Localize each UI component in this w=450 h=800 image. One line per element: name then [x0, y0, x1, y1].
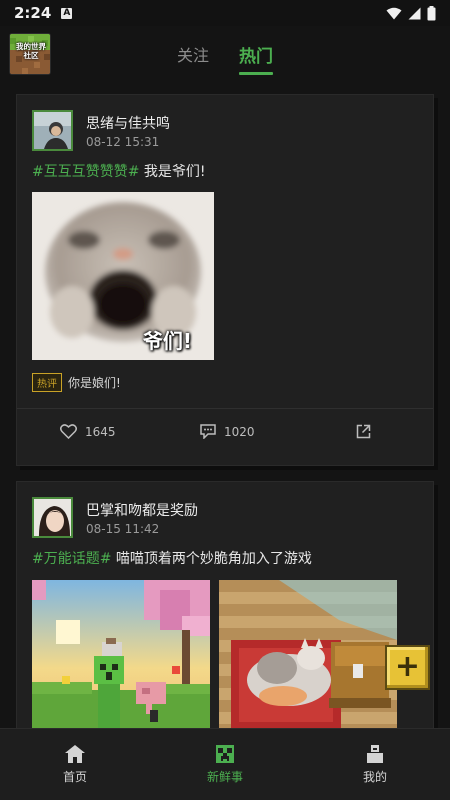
nav-news-label: 新鲜事	[206, 769, 243, 784]
heart-icon	[60, 424, 77, 439]
home-icon	[65, 744, 85, 763]
username[interactable]: 思绪与佳共鸣	[86, 113, 170, 133]
comment-icon	[200, 424, 216, 439]
feed-tabs: 关注 热门	[0, 26, 450, 82]
topic-tag[interactable]: #互互互赞赞赞#	[32, 164, 139, 180]
avatar[interactable]	[32, 497, 73, 538]
logo-text: 我的世界 社区	[10, 42, 50, 60]
wifi-icon	[386, 7, 402, 19]
share-button[interactable]	[356, 424, 371, 439]
notification-icon: A	[61, 7, 73, 19]
tab-following[interactable]: 关注	[177, 34, 209, 74]
add-post-button[interactable]: +	[385, 645, 430, 690]
topic-tag[interactable]: #万能话题#	[32, 551, 111, 567]
status-icons	[386, 5, 436, 21]
nav-news[interactable]: 新鲜事	[150, 729, 300, 800]
nav-profile-label: 我的	[362, 769, 387, 784]
share-icon	[356, 424, 371, 439]
post-text: #互互互赞赞赞# 我是爷们!	[32, 161, 206, 181]
post-card[interactable]: 巴掌和吻都是奖励 08-15 11:42 #万能话题# 喵喵顶着两个妙脆角加入了…	[16, 481, 434, 728]
post-image[interactable]	[32, 580, 210, 728]
nav-home-label: 首页	[62, 769, 87, 784]
image-caption: 爷们!	[142, 329, 192, 353]
logo-text-line2: 社区	[23, 51, 39, 60]
comment-count: 1020	[224, 424, 255, 439]
post-image[interactable]: 爷们!	[32, 192, 214, 360]
bottom-nav: 首页 新鲜事 我的	[0, 728, 450, 800]
creeper-icon	[216, 744, 234, 763]
app-logo[interactable]: 我的世界 社区	[9, 33, 51, 75]
status-bar: 2:24 A	[0, 0, 450, 26]
nav-profile[interactable]: 我的	[300, 729, 450, 800]
like-count: 1645	[85, 424, 116, 439]
nav-home[interactable]: 首页	[0, 729, 150, 800]
hot-comment-text: 你是娘们!	[68, 376, 121, 390]
status-time: 2:24	[14, 4, 52, 22]
post-actions: 1645 1020	[17, 408, 433, 466]
post-feed[interactable]: 思绪与佳共鸣 08-12 15:31 #互互互赞赞赞# 我是爷们! 爷们! 热评…	[0, 82, 450, 728]
like-button[interactable]: 1645	[60, 424, 116, 439]
profile-icon	[367, 744, 383, 763]
signal-icon	[408, 7, 421, 19]
post-card[interactable]: 思绪与佳共鸣 08-12 15:31 #互互互赞赞赞# 我是爷们! 爷们! 热评…	[16, 94, 434, 466]
tab-popular[interactable]: 热门	[239, 34, 273, 75]
username[interactable]: 巴掌和吻都是奖励	[86, 500, 198, 520]
post-timestamp: 08-12 15:31	[86, 135, 160, 149]
post-text: #万能话题# 喵喵顶着两个妙脆角加入了游戏	[32, 548, 312, 568]
app-header: 我的世界 社区 关注 热门	[0, 26, 450, 82]
hot-comment[interactable]: 热评 你是娘们!	[32, 373, 121, 392]
logo-text-line1: 我的世界	[16, 42, 46, 51]
plus-icon: +	[394, 648, 421, 684]
post-timestamp: 08-15 11:42	[86, 522, 160, 536]
comment-button[interactable]: 1020	[200, 424, 255, 439]
battery-icon	[427, 5, 436, 20]
avatar[interactable]	[32, 110, 73, 151]
post-body: 我是爷们!	[139, 164, 206, 180]
post-body: 喵喵顶着两个妙脆角加入了游戏	[111, 551, 312, 567]
hot-comment-badge: 热评	[32, 373, 62, 392]
post-image[interactable]	[219, 580, 397, 728]
